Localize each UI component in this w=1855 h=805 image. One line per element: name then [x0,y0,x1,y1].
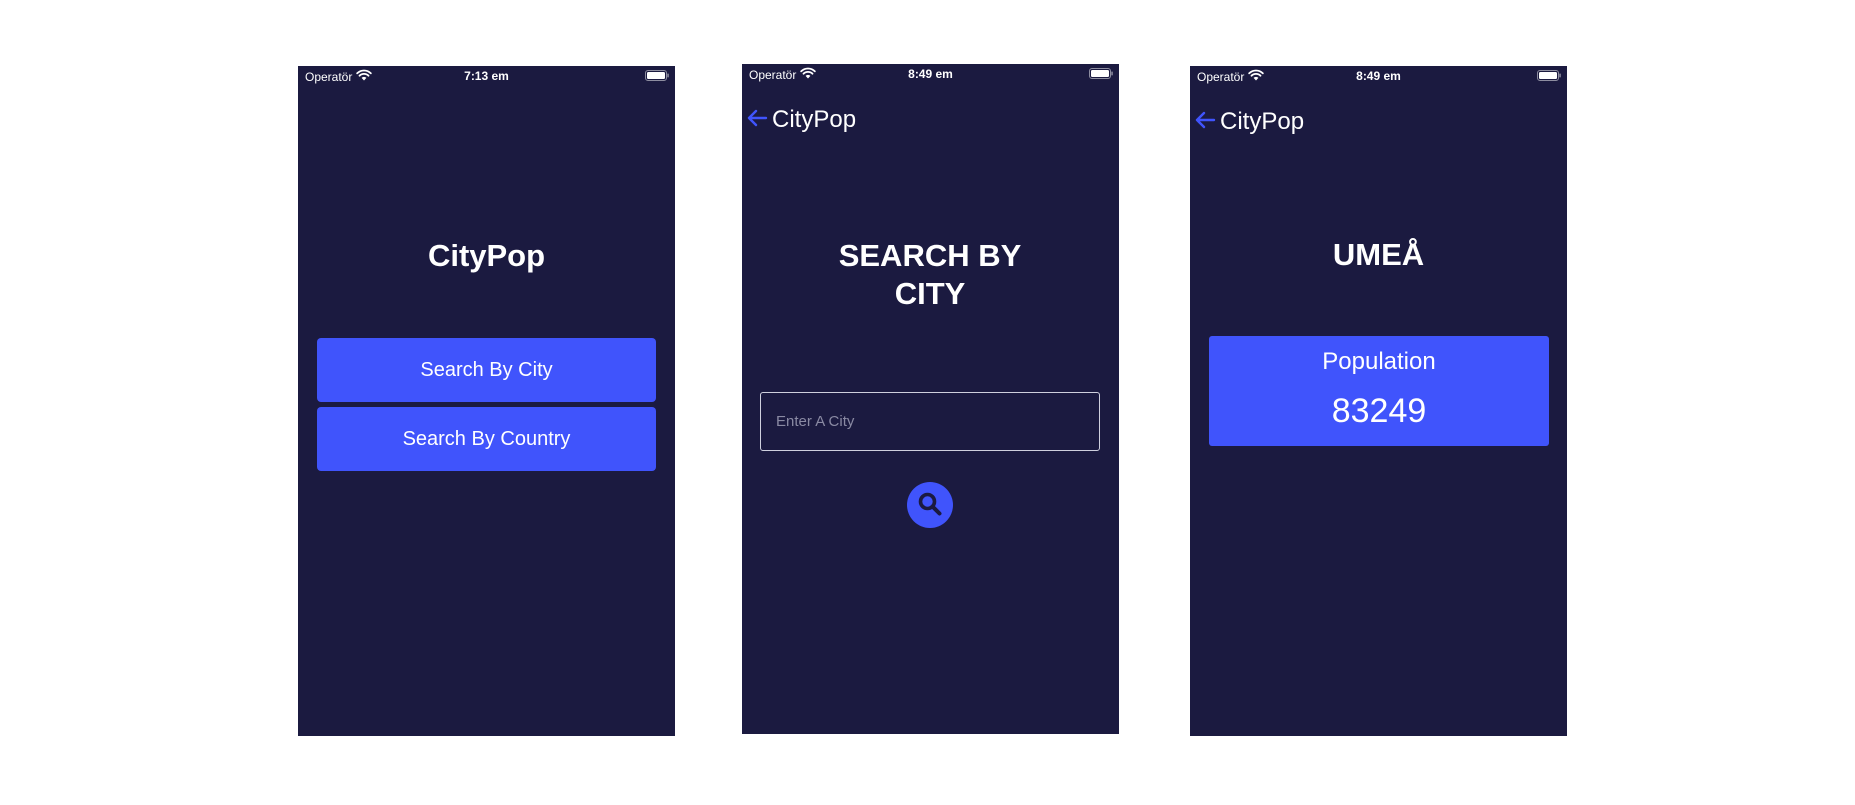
page-title: SEARCH BY CITY [838,238,1022,311]
city-search-input[interactable] [760,392,1100,451]
app-title: CityPop [427,238,546,273]
battery-icon [1089,68,1113,82]
navigation-bar: CityPop [746,106,856,134]
search-by-city-button[interactable]: Search By City [317,338,656,402]
population-label: Population [1322,348,1436,375]
status-time: 8:49 em [1356,69,1401,83]
back-arrow-icon[interactable] [1194,110,1216,135]
population-card: Population 83249 [1209,336,1549,446]
status-bar: Operatör 7:13 em [298,66,675,88]
nav-title: CityPop [1220,108,1305,135]
result-screen: Operatör 8:49 em CityPop UMEÅ Population… [1190,66,1567,736]
city-name-title: UMEÅ [1332,237,1425,272]
home-screen: Operatör 7:13 em CityPop Search By City … [298,66,675,736]
search-by-country-button[interactable]: Search By Country [317,407,656,471]
population-value: 83249 [1331,392,1427,430]
search-icon [917,491,943,520]
battery-icon [1537,70,1561,84]
back-arrow-icon[interactable] [746,108,768,133]
status-bar: Operatör 8:49 em [742,64,1119,86]
search-button[interactable] [907,482,953,528]
status-time: 7:13 em [464,69,509,83]
status-bar: Operatör 8:49 em [1190,66,1567,88]
battery-icon [645,70,669,84]
status-time: 8:49 em [908,67,953,81]
navigation-bar: CityPop [1194,108,1304,136]
nav-title: CityPop [772,106,857,133]
search-screen: Operatör 8:49 em CityPop SEARCH BY CITY [742,64,1119,734]
